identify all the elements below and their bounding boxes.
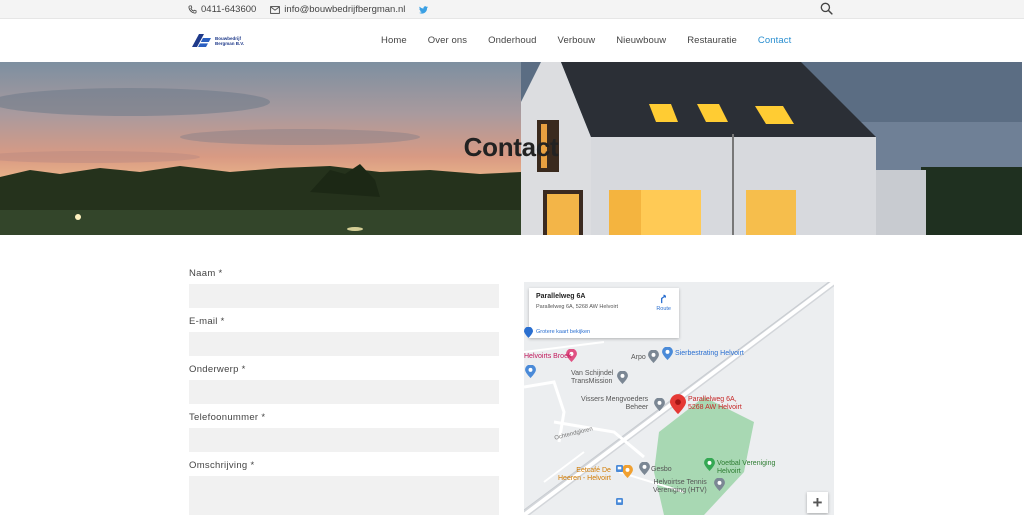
label-sierbestrating: Sierbestrating Helvoirt [675,350,744,357]
twitter-icon [419,5,429,14]
subject-field[interactable] [189,380,499,404]
zoom-in-button[interactable]: + [807,492,828,513]
company-logo[interactable]: Bouwbedrijf Bergman B.V. [192,34,244,47]
route-label: Route [656,306,671,312]
arpo-pin-icon[interactable] [648,350,659,363]
description-field[interactable] [189,476,499,515]
nav-home[interactable]: Home [381,35,407,46]
email-label: E-mail * [189,316,225,327]
twitter-link[interactable] [419,5,429,14]
nav-nieuwbouw[interactable]: Nieuwbouw [616,35,666,46]
label-vissers: Vissers Mengvoeders Beheer [581,396,649,411]
email-field[interactable] [189,332,499,356]
logo-line-1: Bouwbedrijf [215,35,241,41]
nav-onderhoud[interactable]: Onderhoud [488,35,536,46]
top-bar: 0411-643600 info@bouwbedrijfbergman.nl [0,0,1024,19]
nav-verbouw[interactable]: Verbouw [558,35,596,46]
phone-contact[interactable]: 0411-643600 [188,4,256,15]
email-contact[interactable]: info@bouwbedrijfbergman.nl [270,4,405,15]
bus-stop-icon[interactable] [616,465,623,472]
route-button[interactable]: Route [656,293,671,312]
page-title: Contact [463,132,559,162]
logo-line-2: Bergman B.V. [215,40,245,46]
subject-label: Onderwerp * [189,364,246,375]
phone-field[interactable] [189,428,499,452]
label-voetbal: Voetbal Vereniging Helvoirt [717,460,776,475]
google-map[interactable]: Parallelweg 6A Parallelweg 6A, 5268 AW H… [524,282,834,515]
tennis-pin-icon[interactable] [714,478,725,491]
label-tennis: Helvoirtse Tennis Vereniging (HTV) [653,479,707,494]
location-marker-icon[interactable] [670,394,686,415]
label-gesbo: Gesbo [651,466,672,473]
gesbo-pin-icon[interactable] [639,462,650,475]
label-helvoirts-broek: Helvoirts Broek [524,353,572,360]
restaurant-pin-icon[interactable] [622,465,633,478]
larger-map-link[interactable]: Grotere kaart bekijken [536,329,590,335]
transit-pin-icon[interactable] [524,327,533,338]
mail-icon [270,5,281,14]
label-arpo: Arpo [631,354,646,361]
email-address: info@bouwbedrijfbergman.nl [284,4,406,15]
label-marker-address: Parallelweg 6A, 5268 AW Helvoirt [688,396,742,411]
contact-form: Naam * E-mail * Onderwerp * Telefoonumme… [189,268,499,515]
shop-pin-icon[interactable] [525,365,536,378]
sierbestrating-pin-icon[interactable] [662,347,673,360]
hero-banner: Contact [0,62,1022,235]
bus-stop-icon[interactable] [616,498,623,505]
name-field[interactable] [189,284,499,308]
place-card: Parallelweg 6A Parallelweg 6A, 5268 AW H… [529,288,679,338]
name-label: Naam * [189,268,223,279]
site-header: Bouwbedrijf Bergman B.V. Home Over ons O… [0,19,1024,62]
vissers-pin-icon[interactable] [654,398,665,411]
search-icon[interactable] [820,2,833,15]
label-vanschijndel: Van Schijndel TransMission [571,370,614,385]
phone-number: 0411-643600 [201,4,257,15]
main-nav: Home Over ons Onderhoud Verbouw Nieuwbou… [381,19,812,62]
label-eetcafe: Eetcafé De Heeren - Helvoirt [558,467,611,482]
phone-icon [188,5,197,14]
nav-contact[interactable]: Contact [758,35,791,46]
nav-over-ons[interactable]: Over ons [428,35,467,46]
logo-mark-icon [192,34,212,47]
place-address: Parallelweg 6A, 5268 AW Helvoirt [536,304,619,310]
voetbal-pin-icon[interactable] [704,458,715,471]
description-label: Omschrijving * [189,460,255,471]
nav-restauratie[interactable]: Restauratie [687,35,737,46]
vanschijndel-pin-icon[interactable] [617,371,628,384]
phone-label: Telefoonummer * [189,412,266,423]
place-name: Parallelweg 6A [536,293,586,300]
